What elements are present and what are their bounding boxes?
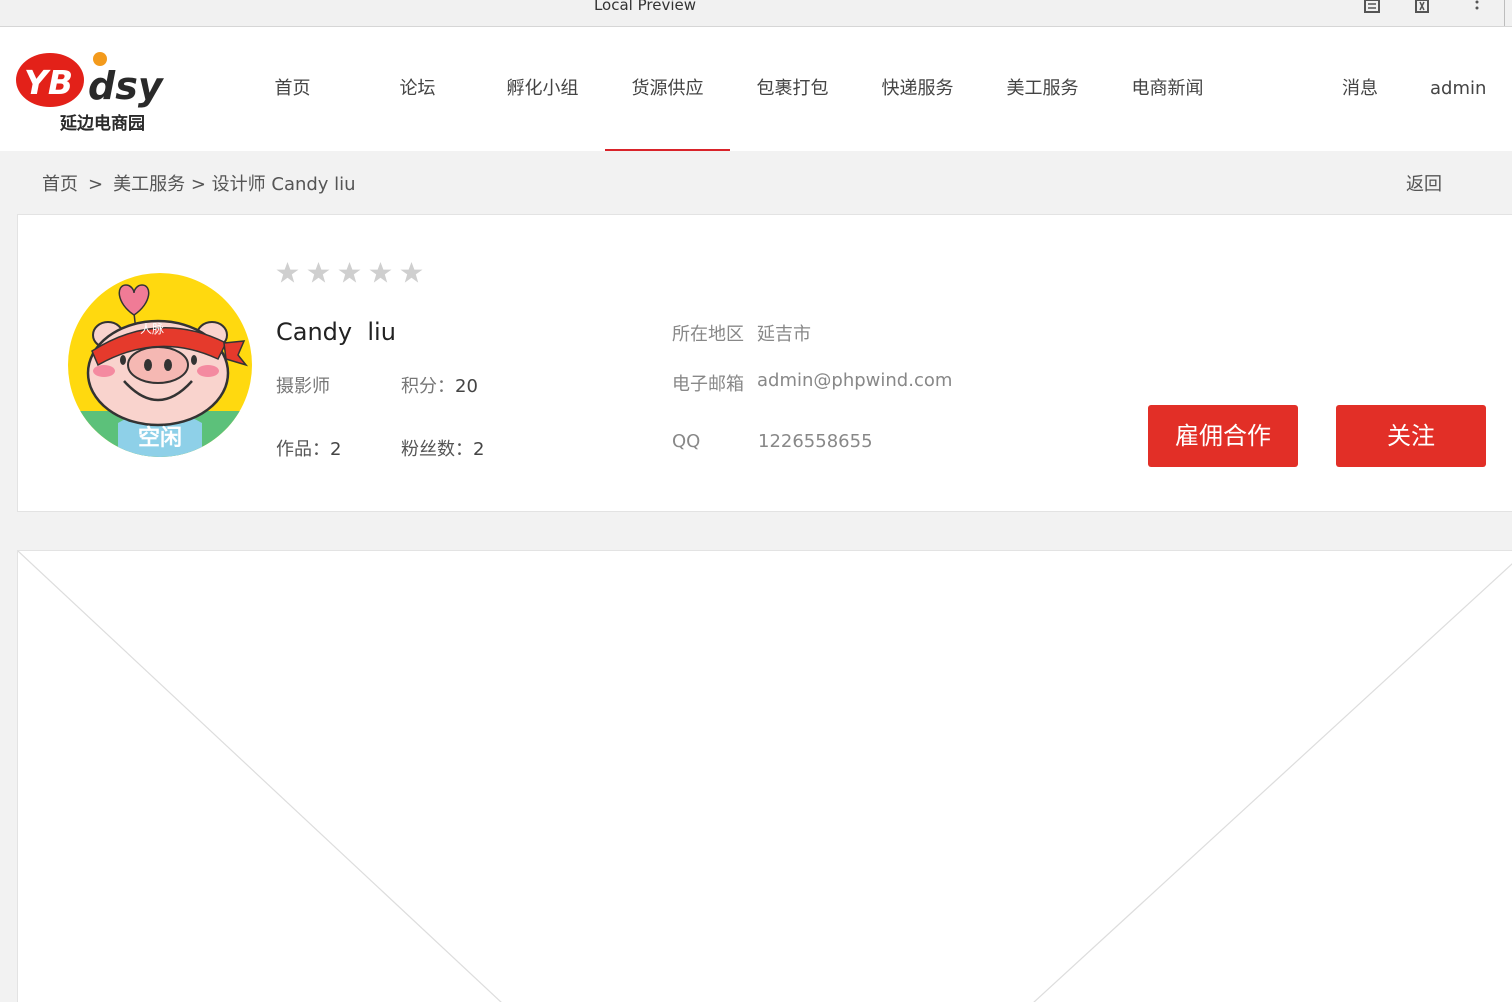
points-field: 积分：20 xyxy=(401,372,478,398)
svg-text:dsy: dsy xyxy=(88,64,165,108)
back-link[interactable]: 返回 xyxy=(1406,170,1442,196)
works-field: 作品：2 xyxy=(276,435,341,461)
fans-field: 粉丝数：2 xyxy=(401,435,484,461)
document-icon[interactable] xyxy=(1361,0,1383,14)
nav-packaging[interactable]: 包裹打包 xyxy=(730,27,855,151)
extension-icon[interactable] xyxy=(1411,0,1433,14)
designer-name: Candy liu xyxy=(276,318,396,346)
star-icon xyxy=(276,261,299,283)
breadcrumb: 首页 > 美工服务 > 设计师 Candy liu xyxy=(42,170,356,196)
nav-home[interactable]: 首页 xyxy=(230,27,355,151)
avatar: 人脉 空闲 xyxy=(68,273,252,457)
breadcrumb-home[interactable]: 首页 xyxy=(42,174,78,195)
star-icon xyxy=(307,261,330,283)
points-value: 20 xyxy=(455,376,478,397)
email-label: 电子邮箱 xyxy=(672,374,744,395)
nav-design-service[interactable]: 美工服务 xyxy=(980,27,1105,151)
site-logo[interactable]: YB dsy 延边电商园 xyxy=(14,49,184,134)
nav-forum[interactable]: 论坛 xyxy=(355,27,480,151)
fans-value: 2 xyxy=(473,439,485,460)
breadcrumb-section[interactable]: 美工服务 xyxy=(113,174,185,195)
breadcrumb-separator: > xyxy=(190,174,206,195)
star-icon xyxy=(338,261,361,283)
rating-stars xyxy=(276,261,423,284)
works-value: 2 xyxy=(330,439,342,460)
user-menu[interactable]: admin xyxy=(1430,27,1486,151)
follow-button[interactable]: 关注 xyxy=(1336,405,1486,467)
star-icon xyxy=(400,261,423,283)
nav-incubation[interactable]: 孵化小组 xyxy=(480,27,605,151)
window-edge xyxy=(1504,0,1505,26)
designer-profile-card: 人脉 空闲 Candy liu 摄影师 积分：20 作品：2 粉丝数：2 所在地… xyxy=(17,214,1512,512)
browser-toolbar: Local Preview xyxy=(0,0,1512,27)
browser-title: Local Preview xyxy=(593,0,697,14)
points-label: 积分： xyxy=(401,376,455,397)
fans-label: 粉丝数： xyxy=(401,439,473,460)
avatar-bandana-text: 人脉 xyxy=(140,321,164,336)
site-header: YB dsy 延边电商园 首页 论坛 孵化小组 货源供应 包裹打包 快递服务 美… xyxy=(0,27,1512,151)
works-label: 作品： xyxy=(276,439,330,460)
placeholder-cross-lines xyxy=(18,551,1512,1002)
hire-button[interactable]: 雇佣合作 xyxy=(1148,405,1298,467)
designer-role: 摄影师 xyxy=(276,376,330,397)
logo-tagline: 延边电商园 xyxy=(59,113,145,133)
region-value: 延吉市 xyxy=(757,324,811,345)
image-placeholder xyxy=(17,550,1512,1002)
nav-supply[interactable]: 货源供应 xyxy=(605,27,730,151)
messages-link[interactable]: 消息 xyxy=(1342,27,1378,151)
nav-news[interactable]: 电商新闻 xyxy=(1105,27,1230,151)
breadcrumb-separator: > xyxy=(88,174,104,195)
nav-express[interactable]: 快递服务 xyxy=(855,27,980,151)
email-value: admin@phpwind.com xyxy=(757,370,953,391)
more-vertical-icon[interactable] xyxy=(1466,0,1488,14)
breadcrumb-current: 设计师 Candy liu xyxy=(211,174,356,195)
region-label: 所在地区 xyxy=(672,324,744,345)
star-icon xyxy=(369,261,392,283)
svg-text:YB: YB xyxy=(24,63,73,102)
qq-value: 1226558655 xyxy=(758,431,873,452)
avatar-status-label: 空闲 xyxy=(138,425,182,451)
qq-label: QQ xyxy=(672,431,701,452)
